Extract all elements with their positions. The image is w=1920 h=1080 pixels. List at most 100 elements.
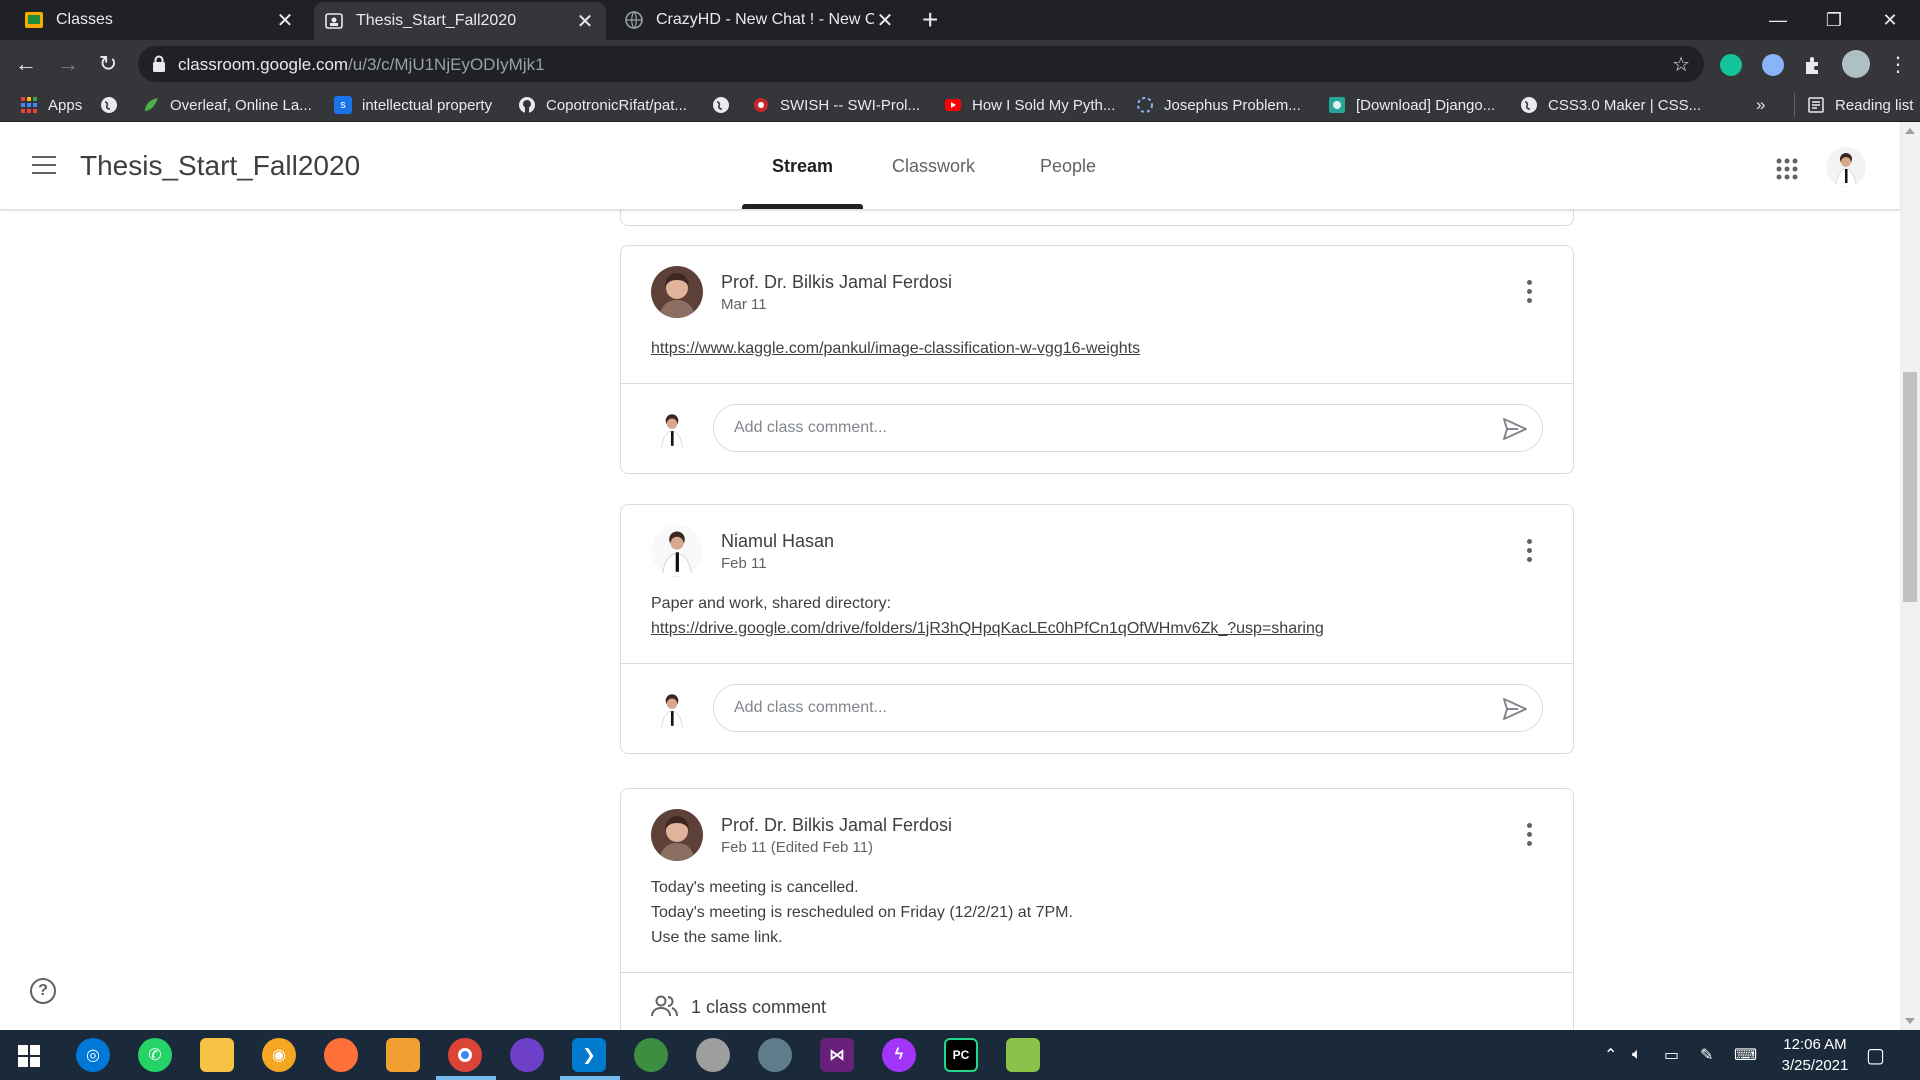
classroom-header: Thesis_Start_Fall2020 Stream Classwork P… (0, 122, 1900, 210)
messenger-icon[interactable]: ϟ (882, 1038, 916, 1072)
bookmark-label: [Download] Django... (1356, 96, 1496, 114)
class-comments-link[interactable]: 1 class comment (621, 972, 1573, 1028)
reload-button[interactable]: ↻ (92, 48, 124, 80)
bookmark-globe-2[interactable] (712, 93, 740, 117)
new-tab-button[interactable]: + (922, 6, 938, 34)
swish-icon (754, 98, 768, 112)
close-icon[interactable]: ✕ (574, 9, 596, 34)
scroll-up-arrow-icon[interactable] (1905, 128, 1915, 134)
post-header: Prof. Dr. Bilkis Jamal Ferdosi Feb 11 (E… (621, 789, 1573, 861)
author-avatar[interactable] (651, 525, 703, 577)
tab-title: CrazyHD - New Chat ! - New Cha (656, 11, 874, 28)
tab-stream[interactable]: Stream (772, 122, 833, 210)
close-icon[interactable]: ✕ (274, 8, 296, 33)
restore-button[interactable]: ❐ (1806, 0, 1862, 40)
bookmark-overleaf[interactable]: Overleaf, Online La... (142, 93, 312, 117)
send-icon[interactable] (1502, 697, 1528, 721)
author-photo-icon (651, 266, 703, 318)
vpn-icon[interactable]: ◉ (262, 1038, 296, 1072)
tab-classwork[interactable]: Classwork (892, 122, 975, 210)
bookmark-star-icon[interactable]: ☆ (1672, 52, 1690, 77)
post-body: Today's meeting is cancelled. Today's me… (621, 859, 1573, 972)
main-menu-icon[interactable] (32, 156, 56, 174)
active-tab-indicator (742, 204, 863, 209)
close-window-button[interactable]: ✕ (1862, 0, 1918, 40)
author-avatar[interactable] (651, 809, 703, 861)
more-options-icon[interactable] (1527, 280, 1533, 307)
browser-menu-icon[interactable]: ⋮ (1882, 48, 1914, 80)
more-options-icon[interactable] (1527, 823, 1533, 850)
bookmark-django[interactable]: [Download] Django... (1328, 93, 1495, 117)
bookmark-intellectual-property[interactable]: s intellectual property (334, 93, 492, 117)
address-bar[interactable]: classroom.google.com/u/3/c/MjU1NjEyODIyM… (138, 46, 1704, 82)
bookmark-josephus[interactable]: Josephus Problem... (1136, 93, 1301, 117)
overleaf-icon (145, 98, 158, 111)
volume-icon[interactable]: 🔈︎ (1632, 1030, 1642, 1080)
bookmark-github[interactable]: CopotronicRifat/pat... (518, 93, 687, 117)
app-icon[interactable] (386, 1038, 420, 1072)
github-desktop-icon[interactable] (510, 1038, 544, 1072)
bookmark-label: intellectual property (362, 96, 493, 114)
tab-people[interactable]: People (1040, 122, 1096, 210)
forward-button[interactable]: → (52, 48, 84, 80)
bookmark-apps[interactable]: Apps (20, 93, 82, 117)
post-link[interactable]: https://drive.google.com/drive/folders/1… (651, 620, 1324, 637)
loading-icon (1137, 97, 1153, 113)
app-icon[interactable] (758, 1038, 792, 1072)
tab-crazyhd[interactable]: CrazyHD - New Chat ! - New Cha ✕ (614, 0, 906, 40)
send-icon[interactable] (1502, 417, 1528, 441)
scrollbar-thumb[interactable] (1903, 372, 1917, 602)
minimize-button[interactable]: — (1750, 0, 1806, 40)
comment-input[interactable]: Add class comment... (713, 684, 1543, 732)
bookmark-css3-maker[interactable]: CSS3.0 Maker | CSS... (1520, 93, 1701, 117)
globe-icon (625, 11, 643, 29)
vscode-icon[interactable]: ❯ (572, 1038, 606, 1072)
firefox-icon[interactable] (324, 1038, 358, 1072)
bookmark-youtube[interactable]: How I Sold My Pyth... (944, 93, 1115, 117)
windows-start-icon[interactable] (18, 1045, 40, 1067)
keyboard-icon[interactable]: ⌨ (1734, 1030, 1757, 1080)
whatsapp-icon[interactable]: ✆ (138, 1038, 172, 1072)
file-explorer-icon[interactable] (200, 1038, 234, 1072)
close-icon[interactable]: ✕ (874, 8, 896, 33)
app-icon[interactable] (1006, 1038, 1040, 1072)
reading-list-button[interactable]: Reading list (1794, 93, 1913, 117)
clock-date: 3/25/2021 (1781, 1057, 1849, 1074)
more-bookmarks-button[interactable]: » (1756, 93, 1765, 117)
more-options-icon[interactable] (1527, 539, 1533, 566)
post-link[interactable]: https://www.kaggle.com/pankul/image-clas… (651, 340, 1140, 357)
visual-studio-icon[interactable]: ⋈ (820, 1038, 854, 1072)
comment-input[interactable]: Add class comment... (713, 404, 1543, 452)
post-header: Niamul Hasan Feb 11 (621, 505, 1573, 577)
app-icon[interactable] (696, 1038, 730, 1072)
tab-classes[interactable]: Classes ✕ (14, 0, 306, 40)
post-text-line: Paper and work, shared directory: (651, 595, 892, 612)
back-button[interactable]: ← (10, 48, 42, 80)
bookmark-swish[interactable]: SWISH -- SWI-Prol... (752, 93, 920, 117)
account-avatar[interactable] (1826, 147, 1866, 187)
author-avatar[interactable] (651, 266, 703, 318)
notifications-icon[interactable]: ▢ (1866, 1030, 1885, 1080)
show-hidden-icons-icon[interactable]: ⌃ (1604, 1030, 1617, 1080)
pen-icon[interactable]: ✎ (1700, 1030, 1713, 1080)
profile-avatar[interactable] (1842, 50, 1870, 78)
globe-icon (101, 97, 117, 113)
browser-app-icon[interactable]: ◎ (76, 1038, 110, 1072)
scroll-down-arrow-icon[interactable] (1905, 1018, 1915, 1024)
grammarly-icon[interactable] (1720, 54, 1742, 76)
network-icon[interactable]: ▭ (1664, 1030, 1679, 1080)
bookmark-globe[interactable] (100, 93, 128, 117)
extension-icon[interactable] (1762, 54, 1784, 76)
post-body: Paper and work, shared directory: https:… (621, 575, 1573, 663)
tab-thesis[interactable]: Thesis_Start_Fall2020 ✕ (314, 2, 606, 40)
google-apps-icon[interactable] (1776, 158, 1798, 180)
bookmark-label: CopotronicRifat/pat... (546, 96, 687, 114)
classroom-icon (325, 13, 343, 29)
puzzle-icon[interactable] (1802, 54, 1824, 76)
page-scrollbar[interactable] (1900, 122, 1920, 1030)
chrome-icon[interactable] (448, 1038, 482, 1072)
anaconda-icon[interactable] (634, 1038, 668, 1072)
pycharm-icon[interactable]: PC (944, 1038, 978, 1072)
system-clock[interactable]: 12:06 AM 3/25/2021 (1770, 1034, 1860, 1076)
help-button[interactable]: ? (30, 978, 56, 1004)
